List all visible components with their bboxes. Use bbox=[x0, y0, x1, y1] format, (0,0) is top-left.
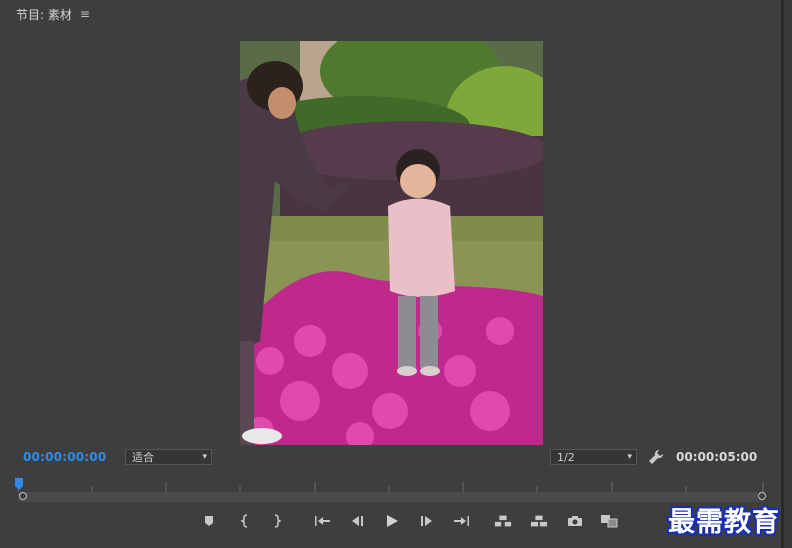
chevron-down-icon: ▾ bbox=[627, 452, 632, 462]
zoom-level-select[interactable]: 适合 ▾ bbox=[125, 449, 212, 465]
step-back-icon bbox=[352, 516, 363, 526]
current-timecode[interactable]: 00:00:00:00 bbox=[23, 450, 106, 464]
comparison-view-icon bbox=[601, 515, 618, 528]
playback-resolution-value: 1/2 bbox=[557, 450, 575, 464]
panel-divider[interactable] bbox=[782, 0, 792, 548]
extract-button[interactable] bbox=[530, 512, 548, 530]
step-forward-button[interactable] bbox=[418, 512, 436, 530]
lift-icon bbox=[494, 515, 512, 527]
panel-header: 节目: 素材 ≡ bbox=[16, 6, 90, 22]
marker-icon bbox=[205, 516, 213, 526]
extract-icon bbox=[530, 515, 548, 527]
play-button[interactable] bbox=[383, 512, 401, 530]
go-to-in-button[interactable] bbox=[314, 512, 332, 530]
transport-controls bbox=[0, 512, 781, 532]
watermark-logo: 最需教育 bbox=[668, 507, 780, 538]
panel-title[interactable]: 节目: 素材 bbox=[16, 6, 72, 23]
playhead-icon[interactable] bbox=[15, 478, 23, 491]
chevron-down-icon: ▾ bbox=[202, 452, 207, 462]
mark-in-button[interactable] bbox=[236, 512, 254, 530]
play-icon bbox=[387, 515, 398, 527]
wrench-icon[interactable] bbox=[648, 449, 664, 465]
step-back-button[interactable] bbox=[348, 512, 366, 530]
go-to-in-icon bbox=[315, 516, 330, 526]
video-preview bbox=[240, 41, 543, 445]
hamburger-menu-icon[interactable]: ≡ bbox=[80, 7, 90, 21]
go-to-out-icon bbox=[454, 516, 469, 526]
zoom-handle-right[interactable] bbox=[758, 492, 766, 500]
zoom-handle-left[interactable] bbox=[19, 492, 27, 500]
step-forward-icon bbox=[421, 516, 432, 526]
time-ruler[interactable] bbox=[18, 478, 764, 492]
go-to-out-button[interactable] bbox=[452, 512, 470, 530]
mark-out-icon bbox=[274, 514, 282, 528]
playback-resolution-select[interactable]: 1/2 ▾ bbox=[550, 449, 637, 465]
comparison-view-button[interactable] bbox=[600, 512, 618, 530]
mark-out-button[interactable] bbox=[268, 512, 286, 530]
zoom-level-value: 适合 bbox=[132, 451, 154, 464]
export-frame-button[interactable] bbox=[566, 512, 584, 530]
lift-button[interactable] bbox=[494, 512, 512, 530]
timeline-scrub-bar[interactable] bbox=[18, 492, 764, 502]
program-monitor-panel: 节目: 素材 ≡ 00:00:00:00 适合 ▾ 1/2 ▾ 00:00:05… bbox=[0, 0, 782, 548]
add-marker-button[interactable] bbox=[200, 512, 218, 530]
camera-icon bbox=[568, 516, 582, 526]
duration-timecode: 00:00:05:00 bbox=[676, 450, 758, 464]
mark-in-icon bbox=[240, 514, 248, 528]
